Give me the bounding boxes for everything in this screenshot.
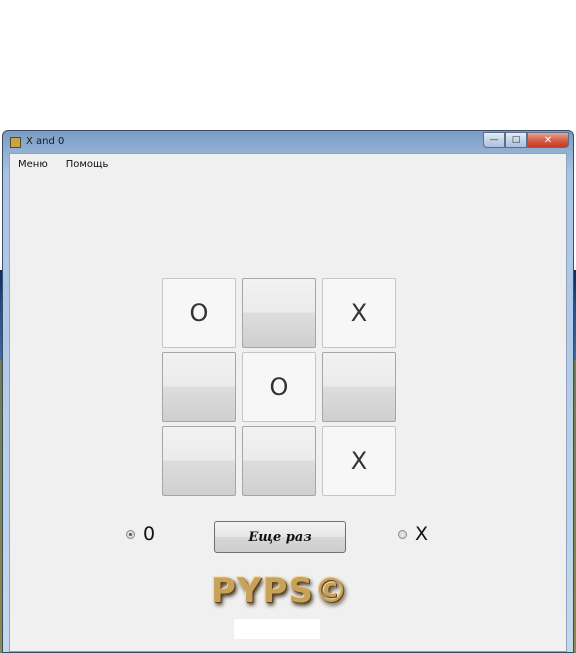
window-title: X and 0 <box>26 136 65 147</box>
board-cell-2[interactable] <box>242 278 316 348</box>
radio-o-label: 0 <box>143 523 156 545</box>
board-cell-1[interactable]: O <box>162 278 236 348</box>
app-icon <box>10 137 21 148</box>
board-cell-3[interactable]: X <box>322 278 396 348</box>
status-box <box>234 619 320 639</box>
title-bar[interactable]: X and 0 — □ ✕ <box>3 131 573 155</box>
game-board: O X O X <box>162 278 398 498</box>
maximize-icon: □ <box>511 135 521 145</box>
client-area: Меню Помощь O X O X 0 Еще раз X PYPS© <box>9 153 567 652</box>
app-window: X and 0 — □ ✕ Меню Помощь O X O X 0 Еще … <box>2 130 574 653</box>
menu-bar: Меню Помощь <box>16 158 110 171</box>
radio-o-option[interactable]: 0 <box>126 523 155 545</box>
maximize-button[interactable]: □ <box>505 132 527 148</box>
radio-x-option[interactable]: X <box>398 523 428 545</box>
board-cell-4[interactable] <box>162 352 236 422</box>
board-cell-9[interactable]: X <box>322 426 396 496</box>
close-icon: ✕ <box>543 134 553 146</box>
radio-o-button[interactable] <box>126 529 135 539</box>
play-again-button[interactable]: Еще раз <box>214 521 346 553</box>
menu-item-help[interactable]: Помощь <box>64 158 111 171</box>
board-cell-5[interactable]: O <box>242 352 316 422</box>
board-cell-6[interactable] <box>322 352 396 422</box>
pyps-logo: PYPS© <box>211 571 349 611</box>
window-controls: — □ ✕ <box>483 132 569 149</box>
minimize-icon: — <box>489 135 499 145</box>
menu-item-menu[interactable]: Меню <box>16 158 50 171</box>
radio-x-button[interactable] <box>398 529 407 539</box>
board-cell-7[interactable] <box>162 426 236 496</box>
board-cell-8[interactable] <box>242 426 316 496</box>
radio-x-label: X <box>415 523 429 545</box>
close-button[interactable]: ✕ <box>527 132 569 148</box>
minimize-button[interactable]: — <box>483 132 505 148</box>
